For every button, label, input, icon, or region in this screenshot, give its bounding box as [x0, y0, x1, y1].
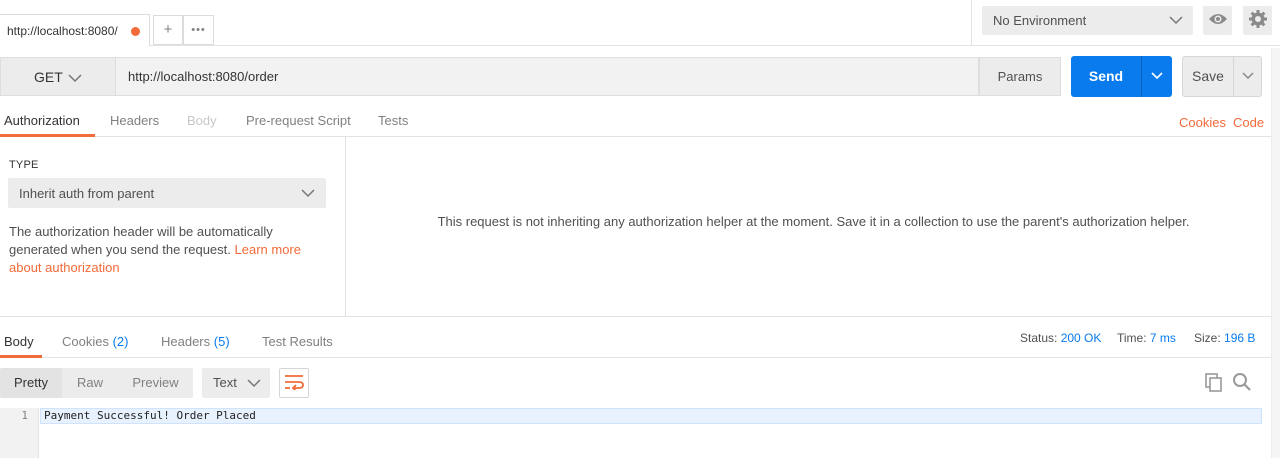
- response-body-text: Payment Successful! Order Placed: [44, 409, 256, 422]
- tab-pre-request-script[interactable]: Pre-request Script: [246, 113, 351, 128]
- wrap-lines-icon: [284, 374, 304, 393]
- chevron-down-icon: [1168, 12, 1184, 31]
- auth-helper-message: This request is not inheriting any autho…: [437, 214, 1190, 229]
- tab-response-headers[interactable]: Headers (5): [161, 334, 230, 349]
- chevron-down-icon: [1241, 69, 1255, 84]
- wrap-lines-button[interactable]: [279, 368, 309, 398]
- view-raw-button[interactable]: Raw: [62, 368, 118, 398]
- environment-select[interactable]: No Environment: [982, 6, 1193, 35]
- send-button-label: Send: [1088, 68, 1124, 84]
- auth-type-select[interactable]: Inherit auth from parent: [8, 178, 326, 208]
- auth-description-text: The authorization header will be automat…: [9, 224, 273, 257]
- page-scrollbar[interactable]: [1271, 48, 1280, 458]
- line-number: 1: [21, 409, 28, 422]
- tab-response-headers-label: Headers: [161, 334, 211, 349]
- time-label: Time:: [1117, 331, 1147, 345]
- tab-authorization[interactable]: Authorization: [4, 113, 80, 128]
- view-pretty-button[interactable]: Pretty: [0, 368, 62, 398]
- response-tabs: Body Cookies (2) Headers (5) Test Result…: [0, 317, 1280, 358]
- manage-environments-button[interactable]: [1243, 6, 1272, 35]
- cookies-count-badge: (2): [112, 334, 129, 349]
- params-button[interactable]: Params: [979, 57, 1061, 96]
- status-value[interactable]: 200 OK: [1061, 331, 1102, 345]
- request-tab-bar: http://localhost:8080/ + ••• No Environm…: [0, 0, 1280, 46]
- cookies-link[interactable]: Cookies: [1179, 115, 1226, 130]
- size-value[interactable]: 196 B: [1224, 331, 1255, 345]
- save-options-button[interactable]: [1233, 57, 1262, 96]
- chevron-down-icon: [246, 376, 262, 393]
- chevron-down-icon: [1150, 69, 1164, 84]
- code-link[interactable]: Code: [1233, 115, 1264, 130]
- auth-type-select-label: Inherit auth from parent: [19, 186, 155, 201]
- copy-icon[interactable]: [1204, 372, 1224, 395]
- request-config-tabs: Authorization Headers Body Pre-request S…: [0, 105, 1280, 137]
- tab-response-body[interactable]: Body: [4, 334, 34, 349]
- chevron-down-icon: [68, 72, 82, 87]
- tab-tests[interactable]: Tests: [378, 113, 408, 128]
- gear-icon: [1248, 9, 1268, 32]
- size-readout: Size: 196 B: [1194, 331, 1255, 345]
- unsaved-changes-dot-icon: [131, 27, 140, 36]
- time-readout: Time: 7 ms: [1117, 331, 1176, 345]
- method-select[interactable]: GET: [0, 57, 115, 96]
- headers-count-badge: (5): [213, 334, 230, 349]
- send-button[interactable]: Send: [1071, 56, 1172, 97]
- tab-response-cookies-label: Cookies: [62, 334, 109, 349]
- tab-test-results[interactable]: Test Results: [262, 334, 333, 349]
- auth-type-label: TYPE: [9, 159, 39, 171]
- auth-description: The authorization header will be automat…: [9, 223, 329, 277]
- status-readout: Status: 200 OK: [1020, 331, 1101, 345]
- response-format-select[interactable]: Text: [202, 368, 270, 398]
- request-tab-label: http://localhost:8080/: [7, 24, 118, 38]
- url-input[interactable]: [115, 57, 979, 96]
- environment-quick-look-button[interactable]: [1203, 6, 1232, 35]
- request-url-row: GET Params Send Save: [0, 46, 1280, 105]
- save-button-label: Save: [1192, 68, 1224, 84]
- save-button[interactable]: Save: [1182, 56, 1262, 97]
- time-value[interactable]: 7 ms: [1150, 331, 1176, 345]
- size-label: Size:: [1194, 331, 1221, 345]
- status-label: Status:: [1020, 331, 1058, 345]
- chevron-down-icon: [300, 186, 316, 203]
- more-tabs-button[interactable]: •••: [183, 15, 214, 45]
- send-options-button[interactable]: [1141, 56, 1172, 97]
- response-body-editor[interactable]: 1 Payment Successful! Order Placed: [0, 408, 1262, 458]
- line-number-gutter: 1: [0, 408, 39, 458]
- tab-body[interactable]: Body: [187, 113, 217, 128]
- request-tab[interactable]: http://localhost:8080/: [0, 14, 150, 46]
- new-tab-button[interactable]: +: [153, 15, 183, 45]
- auth-type-panel: TYPE Inherit auth from parent The author…: [0, 137, 346, 317]
- response-format-label: Text: [213, 375, 237, 390]
- response-view-mode-group: Pretty Raw Preview: [0, 368, 193, 398]
- eye-icon: [1208, 12, 1228, 29]
- view-preview-button[interactable]: Preview: [118, 368, 193, 398]
- response-toolbar: Pretty Raw Preview Text: [0, 358, 1280, 408]
- tab-headers[interactable]: Headers: [110, 113, 159, 128]
- environment-select-label: No Environment: [993, 13, 1087, 28]
- method-select-label: GET: [34, 69, 63, 85]
- tab-response-cookies[interactable]: Cookies (2): [62, 334, 128, 349]
- search-icon[interactable]: [1232, 372, 1252, 395]
